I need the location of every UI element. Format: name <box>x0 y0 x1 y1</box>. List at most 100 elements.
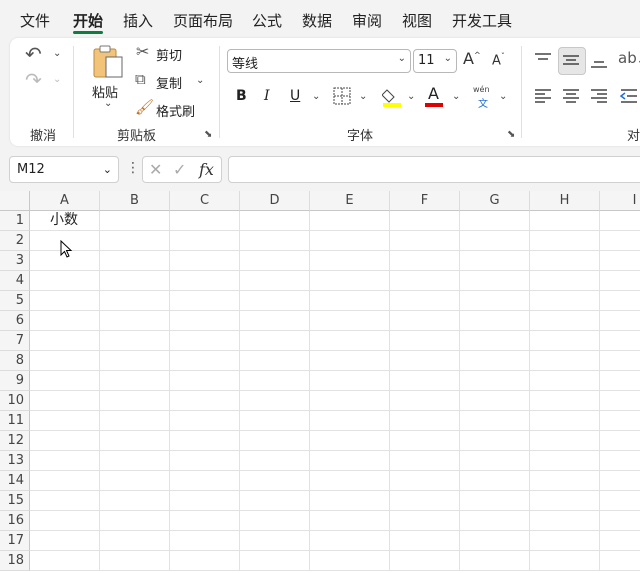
cell-e11[interactable] <box>310 411 390 431</box>
underline-button[interactable]: U <box>290 88 300 104</box>
tab-page-layout[interactable]: 页面布局 <box>173 10 233 31</box>
cell-g4[interactable] <box>460 271 530 291</box>
cell-d8[interactable] <box>240 351 310 371</box>
cell-e12[interactable] <box>310 431 390 451</box>
row-header-12[interactable]: 12 <box>0 431 30 451</box>
cell-b9[interactable] <box>100 371 170 391</box>
column-header-a[interactable]: A <box>30 191 100 211</box>
tab-developer[interactable]: 开发工具 <box>452 10 512 31</box>
cell-i14[interactable] <box>600 471 640 491</box>
cancel-icon[interactable]: ✕ <box>149 160 162 179</box>
increase-font-icon[interactable]: A^ <box>463 51 481 67</box>
cell-e13[interactable] <box>310 451 390 471</box>
tab-insert[interactable]: 插入 <box>123 10 153 31</box>
cell-e16[interactable] <box>310 511 390 531</box>
format-painter-label[interactable]: 格式刷 <box>156 101 195 120</box>
cell-b6[interactable] <box>100 311 170 331</box>
cell-e18[interactable] <box>310 551 390 571</box>
row-header-1[interactable]: 1 <box>0 211 30 231</box>
cell-i16[interactable] <box>600 511 640 531</box>
cell-e5[interactable] <box>310 291 390 311</box>
cell-i4[interactable] <box>600 271 640 291</box>
cell-c1[interactable] <box>170 211 240 231</box>
cell-a7[interactable] <box>30 331 100 351</box>
cell-d17[interactable] <box>240 531 310 551</box>
cell-c4[interactable] <box>170 271 240 291</box>
clipboard-launcher-icon[interactable]: ⬊ <box>204 129 212 140</box>
cell-f12[interactable] <box>390 431 460 451</box>
cell-c9[interactable] <box>170 371 240 391</box>
cell-d12[interactable] <box>240 431 310 451</box>
cell-g14[interactable] <box>460 471 530 491</box>
cell-h18[interactable] <box>530 551 600 571</box>
cell-h13[interactable] <box>530 451 600 471</box>
cell-a10[interactable] <box>30 391 100 411</box>
cell-f17[interactable] <box>390 531 460 551</box>
cell-e8[interactable] <box>310 351 390 371</box>
cell-h14[interactable] <box>530 471 600 491</box>
cell-g1[interactable] <box>460 211 530 231</box>
cell-g5[interactable] <box>460 291 530 311</box>
cell-e7[interactable] <box>310 331 390 351</box>
phonetic-top[interactable]: wén <box>473 85 490 94</box>
cell-f1[interactable] <box>390 211 460 231</box>
cell-h10[interactable] <box>530 391 600 411</box>
formula-input[interactable] <box>228 156 640 183</box>
cell-a14[interactable] <box>30 471 100 491</box>
cell-d2[interactable] <box>240 231 310 251</box>
scissors-icon[interactable]: ✂ <box>136 44 149 60</box>
cell-c10[interactable] <box>170 391 240 411</box>
fill-color-dropdown-icon[interactable]: ⌄ <box>407 91 415 102</box>
cell-h16[interactable] <box>530 511 600 531</box>
align-center-icon[interactable] <box>562 88 580 104</box>
row-header-4[interactable]: 4 <box>0 271 30 291</box>
cell-h8[interactable] <box>530 351 600 371</box>
cell-g2[interactable] <box>460 231 530 251</box>
copy-dropdown-icon[interactable]: ⌄ <box>196 75 204 86</box>
cell-d4[interactable] <box>240 271 310 291</box>
align-left-icon[interactable] <box>534 88 552 104</box>
cell-e1[interactable] <box>310 211 390 231</box>
row-header-15[interactable]: 15 <box>0 491 30 511</box>
tab-formulas[interactable]: 公式 <box>252 10 282 31</box>
copy-icon[interactable]: ⧉ <box>135 72 146 87</box>
cell-i12[interactable] <box>600 431 640 451</box>
align-bottom-icon[interactable] <box>590 56 608 70</box>
cell-f6[interactable] <box>390 311 460 331</box>
column-header-b[interactable]: B <box>100 191 170 211</box>
cell-h17[interactable] <box>530 531 600 551</box>
cell-a16[interactable] <box>30 511 100 531</box>
cell-d10[interactable] <box>240 391 310 411</box>
cell-h3[interactable] <box>530 251 600 271</box>
tab-view[interactable]: 视图 <box>402 10 432 31</box>
cell-b13[interactable] <box>100 451 170 471</box>
cell-i8[interactable] <box>600 351 640 371</box>
cell-a11[interactable] <box>30 411 100 431</box>
cell-a5[interactable] <box>30 291 100 311</box>
cell-f11[interactable] <box>390 411 460 431</box>
cell-d6[interactable] <box>240 311 310 331</box>
font-name-select[interactable]: 等线 ⌄ <box>227 49 411 73</box>
cell-f8[interactable] <box>390 351 460 371</box>
cell-b4[interactable] <box>100 271 170 291</box>
paste-icon[interactable] <box>92 45 126 81</box>
cell-c11[interactable] <box>170 411 240 431</box>
row-header-7[interactable]: 7 <box>0 331 30 351</box>
cell-i6[interactable] <box>600 311 640 331</box>
cell-g8[interactable] <box>460 351 530 371</box>
cell-b15[interactable] <box>100 491 170 511</box>
italic-button[interactable]: I <box>264 88 270 104</box>
column-header-d[interactable]: D <box>240 191 310 211</box>
cell-a1[interactable]: 小数 <box>30 211 100 231</box>
cell-c2[interactable] <box>170 231 240 251</box>
cell-i10[interactable] <box>600 391 640 411</box>
cell-g9[interactable] <box>460 371 530 391</box>
paste-dropdown-icon[interactable]: ⌄ <box>104 98 112 109</box>
cell-f14[interactable] <box>390 471 460 491</box>
cell-a9[interactable] <box>30 371 100 391</box>
underline-dropdown-icon[interactable]: ⌄ <box>312 91 320 102</box>
row-header-14[interactable]: 14 <box>0 471 30 491</box>
cell-g17[interactable] <box>460 531 530 551</box>
row-header-10[interactable]: 10 <box>0 391 30 411</box>
font-launcher-icon[interactable]: ⬊ <box>507 129 515 140</box>
